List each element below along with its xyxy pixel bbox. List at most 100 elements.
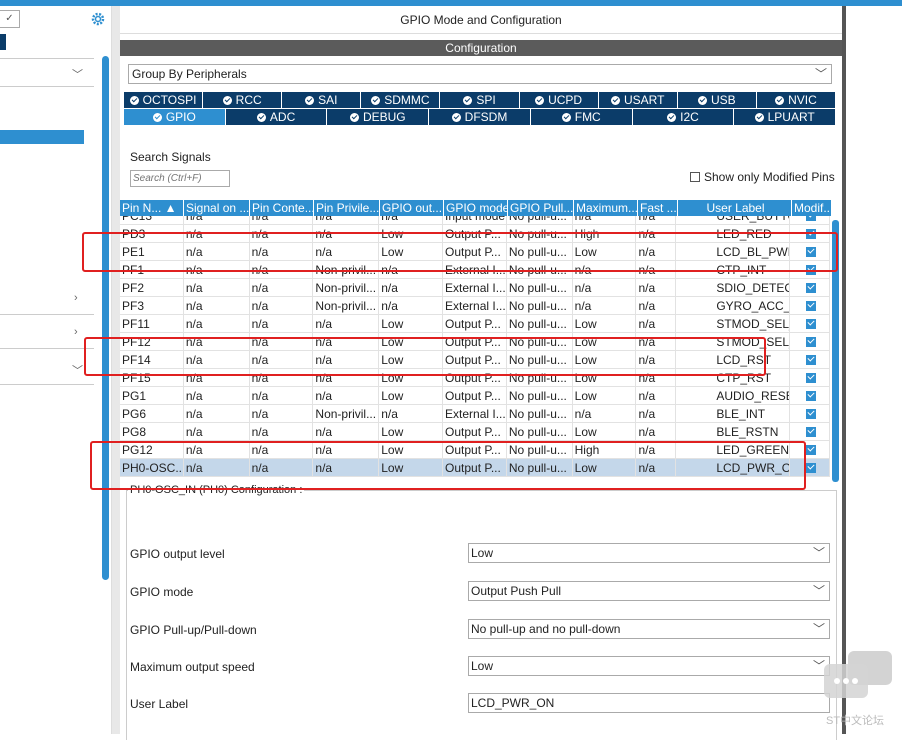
output-level-label: GPIO output level — [130, 547, 225, 561]
checkbox-checked-icon[interactable] — [805, 391, 816, 401]
column-header[interactable]: Pin N... ▲ — [120, 200, 184, 216]
check-circle-icon — [697, 95, 707, 105]
table-row[interactable]: PG1 n/a n/a n/a Low Output P... No pull-u... Lo… — [120, 387, 830, 405]
tab-label: FMC — [574, 110, 601, 124]
tab-sai[interactable]: SAI — [282, 92, 362, 108]
column-header[interactable]: User Label — [678, 200, 792, 216]
table-cell: Low — [379, 423, 444, 440]
table-cell: PF11 — [120, 315, 184, 332]
tab-octospi[interactable]: OCTOSPI — [124, 92, 204, 108]
chevron-down-icon: ﹀ — [812, 622, 825, 636]
table-cell: n/a — [250, 279, 314, 296]
highlight-box — [90, 441, 806, 490]
tab-fmc[interactable]: FMC — [530, 109, 633, 125]
tab-lpuart[interactable]: LPUART — [734, 109, 837, 125]
chevron-down-icon: ﹀ — [812, 546, 825, 560]
tab-label: DEBUG — [362, 110, 406, 124]
divider — [0, 314, 94, 315]
table-cell: External I... — [445, 405, 507, 422]
tab-usart[interactable]: USART — [598, 92, 678, 108]
table-cell: Output P... — [443, 315, 507, 332]
table-cell: Non-privil... — [313, 279, 380, 296]
pull-select[interactable]: No pull-up and no pull-down ﹀ — [468, 619, 830, 639]
column-header[interactable]: Pin Conte... — [250, 200, 314, 216]
tab-sdmmc[interactable]: SDMMC — [361, 92, 441, 108]
left-scrollbar[interactable] — [102, 56, 109, 580]
checkbox-checked-icon[interactable] — [805, 355, 816, 365]
chevron-down-icon[interactable]: ﹀ — [72, 362, 83, 378]
group-by-select[interactable]: Group By Peripherals ﹀ — [128, 64, 832, 84]
checkbox-icon[interactable] — [690, 172, 700, 182]
tab-debug[interactable]: DEBUG — [327, 109, 430, 125]
check-circle-icon — [152, 112, 162, 122]
table-cell: n/a — [313, 387, 380, 404]
tab-label: UCPD — [548, 93, 583, 107]
table-cell: No pull-u... — [507, 297, 573, 314]
pull-value: No pull-up and no pull-down — [471, 622, 621, 636]
chevron-right-icon[interactable]: › — [74, 292, 78, 304]
tab-spi[interactable]: SPI — [440, 92, 520, 108]
checkbox-checked-icon[interactable] — [805, 301, 816, 311]
table-cell: n/a — [636, 279, 677, 296]
gear-icon[interactable] — [90, 11, 106, 27]
gpio-mode-select[interactable]: Output Push Pull ﹀ — [468, 581, 830, 601]
table-cell: Output P... — [443, 423, 507, 440]
table-row[interactable]: PF2 n/a n/a Non-privil... n/a External I... No… — [120, 279, 830, 297]
tab-ucpd[interactable]: UCPD — [519, 92, 599, 108]
tab-usb[interactable]: USB — [677, 92, 757, 108]
tab-label: USB — [710, 93, 736, 107]
tab-gpio[interactable]: GPIO — [124, 109, 226, 125]
speed-select[interactable]: Low ﹀ — [468, 656, 830, 676]
highlight-box — [84, 337, 766, 376]
checkbox-checked-icon[interactable] — [805, 463, 816, 473]
checkbox-checked-icon[interactable] — [805, 283, 816, 293]
modified-cell — [790, 423, 830, 440]
column-header[interactable]: Fast ... — [638, 200, 678, 216]
table-cell: n/a — [636, 315, 677, 332]
column-header[interactable]: Pin Privile... — [314, 200, 380, 216]
tab-nvic[interactable]: NVIC — [756, 92, 836, 108]
column-header[interactable]: Signal on ... — [184, 200, 250, 216]
checkbox-checked-icon[interactable] — [805, 319, 816, 329]
tab-adc[interactable]: ADC — [225, 109, 328, 125]
checkbox-checked-icon[interactable] — [805, 409, 816, 419]
checkbox-checked-icon[interactable] — [805, 373, 816, 383]
checkbox-checked-icon[interactable] — [805, 427, 816, 437]
table-row[interactable]: PG6 n/a n/a Non-privil... n/a External I... No… — [120, 405, 830, 423]
table-row[interactable]: PG8 n/a n/a n/a Low Output P... No pull-u... Lo… — [120, 423, 830, 441]
table-cell: Low — [379, 315, 444, 332]
tab-rcc[interactable]: RCC — [203, 92, 283, 108]
table-cell: n/a — [636, 297, 677, 314]
user-label-input[interactable]: LCD_PWR_ON — [468, 693, 830, 713]
column-header[interactable]: GPIO Pull... — [508, 200, 574, 216]
column-header[interactable]: GPIO mode — [444, 200, 508, 216]
table-cell: BLE_RSTN — [676, 423, 791, 440]
column-header[interactable]: GPIO out... — [380, 200, 444, 216]
table-cell: n/a — [250, 405, 314, 422]
tab-i2c[interactable]: I2C — [632, 109, 735, 125]
column-header[interactable]: Maximum... — [574, 200, 638, 216]
watermark-text: ST中文论坛 — [826, 715, 885, 727]
show-modified-pins-checkbox[interactable]: Show only Modified Pins — [690, 170, 835, 184]
output-level-select[interactable]: Low ﹀ — [468, 543, 830, 563]
checkbox-checked-icon[interactable] — [805, 337, 816, 347]
check-circle-icon — [561, 112, 571, 122]
table-row[interactable]: PF3 n/a n/a Non-privil... n/a External I... No… — [120, 297, 830, 315]
chevron-down-icon[interactable]: ﹀ — [72, 66, 83, 82]
window-title: GPIO Mode and Configuration — [120, 6, 842, 34]
left-selected-item[interactable] — [0, 130, 84, 144]
chevron-right-icon[interactable]: › — [74, 326, 78, 338]
right-edge — [842, 6, 846, 734]
column-header[interactable]: Modif... — [792, 200, 832, 216]
divider — [0, 58, 94, 59]
table-cell: PF2 — [120, 279, 184, 296]
gpio-mode-label: GPIO mode — [130, 585, 194, 599]
search-input[interactable] — [130, 170, 230, 187]
left-collapse-button[interactable]: ✓ — [0, 10, 20, 28]
output-level-value: Low — [471, 546, 494, 560]
tab-dfsdm[interactable]: DFSDM — [429, 109, 531, 125]
checkbox-checked-icon[interactable] — [805, 445, 816, 455]
modified-cell — [790, 387, 830, 404]
table-row[interactable]: PF11 n/a n/a n/a Low Output P... No pull-u... L… — [120, 315, 830, 333]
tabs-row-1: OCTOSPI RCC SAI SDMMC SPI UCPD USART USB NVIC — [124, 92, 836, 108]
